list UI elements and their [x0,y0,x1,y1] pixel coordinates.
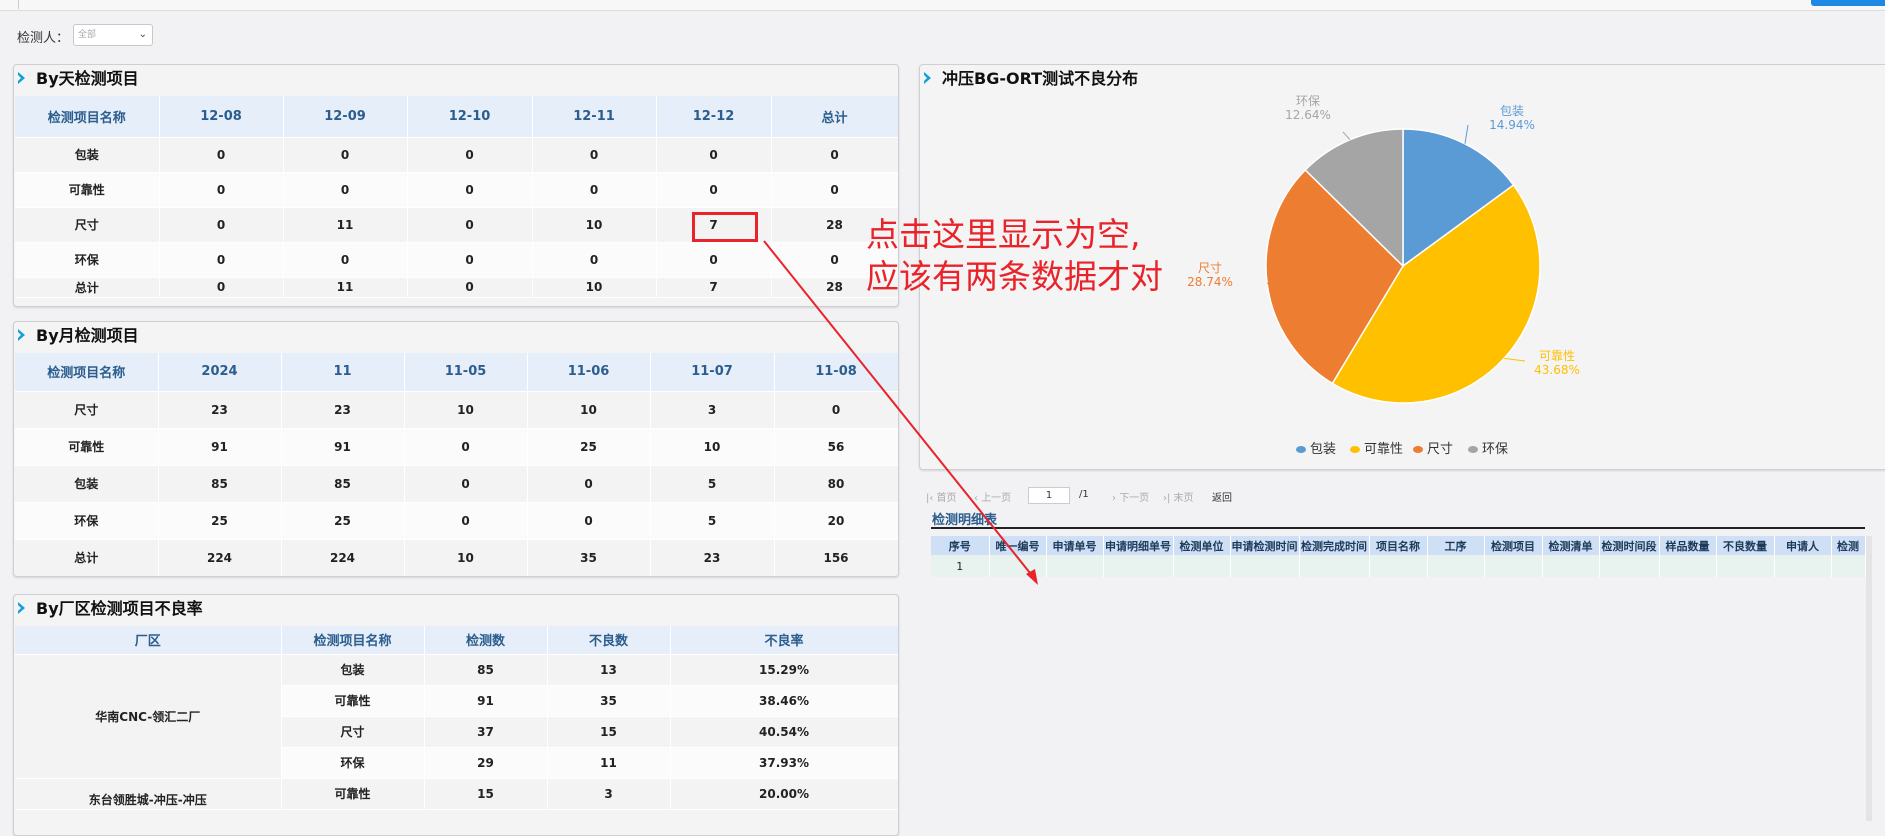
detail-header-cell: 检测时间段 [1599,536,1660,555]
detail-header-cell: 不良数量 [1716,536,1775,555]
detail-table-cell[interactable] [1716,555,1775,577]
legend-dot-icon [1413,446,1423,453]
detail-header-cell: 申请明细单号 [1103,536,1174,555]
detail-table-cell[interactable] [1774,555,1832,577]
pie-leader-line [1266,282,1269,285]
detail-table-cell[interactable] [1299,555,1370,577]
pie-legend-item[interactable]: 环保 [1468,438,1508,457]
detail-table-cell[interactable] [1046,555,1104,577]
detail-table-cell[interactable] [1103,555,1174,577]
annotation-line-2: 应该有两条数据才对 [866,257,1163,296]
pie-leader-line [1504,357,1526,362]
legend-dot-icon [1350,446,1360,453]
back-link[interactable]: 返回 [1212,489,1232,504]
legend-label: 尺寸 [1427,442,1454,457]
legend-label: 包装 [1310,442,1337,457]
pie-slice-percent: 12.64% [1285,108,1331,122]
detail-table-title: 检测明细表 [932,513,998,528]
detail-divider [931,527,1865,529]
pie-slice-percent: 14.94% [1489,118,1535,132]
first-page-link[interactable]: |‹ 首页 [926,489,957,504]
detail-header-cell: 检测项目 [1484,536,1543,555]
detail-table: 序号 唯一编号 申请单号 申请明细单号 检测单位 申请检测时间 检测完成时间 项目名称 工序 检测… [931,536,1866,577]
annotation-line-1: 点击这里显示为空, [866,215,1141,254]
detail-header-cell: 唯一编号 [989,536,1047,555]
detail-table-cell[interactable] [1659,555,1717,577]
pie-legend-item[interactable]: 可靠性 [1350,438,1403,457]
pie-slice-percent: 43.68% [1534,363,1580,377]
detail-table-cell[interactable] [1484,555,1543,577]
legend-label: 可靠性 [1364,442,1404,457]
detail-table-row[interactable]: 1 [931,555,1866,577]
page-total: /1 [1079,489,1089,500]
pie-slice-label: 可靠性 [1539,349,1575,363]
last-page-link[interactable]: ›| 末页 [1163,489,1194,504]
pie-chart: 包装14.94% 可靠性43.68% 尺寸28.74% 环保12.64% [1187,94,1580,404]
detail-header-cell: 序号 [931,536,990,555]
detail-header-cell: 申请人 [1774,536,1832,555]
detail-header-cell: 检测完成时间 [1299,536,1370,555]
detail-header-cell: 检测 [1831,536,1866,555]
next-page-link[interactable]: › 下一页 [1112,489,1149,504]
detail-table-cell[interactable] [1427,555,1485,577]
detail-table-cell[interactable] [989,555,1047,577]
detail-table-cell[interactable] [1230,555,1300,577]
pie-slice-label: 包装 [1500,104,1524,118]
pie-legend-item[interactable]: 包装 [1296,438,1336,457]
legend-dot-icon [1468,446,1478,453]
detail-header-cell: 检测清单 [1542,536,1600,555]
detail-scrollbar[interactable] [1866,536,1872,821]
detail-table-cell[interactable]: 1 [931,555,990,577]
detail-table-cell[interactable] [1599,555,1660,577]
detail-header-cell: 申请检测时间 [1230,536,1300,555]
detail-header-cell: 项目名称 [1369,536,1428,555]
pie-leader-line [1464,124,1469,144]
pie-legend-item[interactable]: 尺寸 [1413,438,1453,457]
pie-slice-label: 环保 [1296,94,1320,108]
detail-header-cell: 申请单号 [1046,536,1104,555]
legend-dot-icon [1296,446,1306,453]
annotation-highlight-box [692,212,758,242]
detail-table-cell[interactable] [1542,555,1600,577]
legend-label: 环保 [1482,442,1509,457]
detail-header-cell: 样品数量 [1659,536,1717,555]
page-number-input[interactable]: 1 [1028,487,1070,504]
detail-header-cell: 工序 [1427,536,1485,555]
pie-leader-line [1342,131,1351,140]
prev-page-link[interactable]: ‹ 上一页 [974,489,1011,504]
detail-table-cell[interactable] [1173,555,1231,577]
detail-header-cell: 检测单位 [1173,536,1231,555]
annotation-text: 点击这里显示为空, 应该有两条数据才对 [866,214,1163,298]
detail-table-cell[interactable] [1369,555,1428,577]
pie-slice-percent: 28.74% [1187,275,1233,289]
detail-table-cell[interactable] [1831,555,1866,577]
pie-slice-label: 尺寸 [1198,261,1222,275]
